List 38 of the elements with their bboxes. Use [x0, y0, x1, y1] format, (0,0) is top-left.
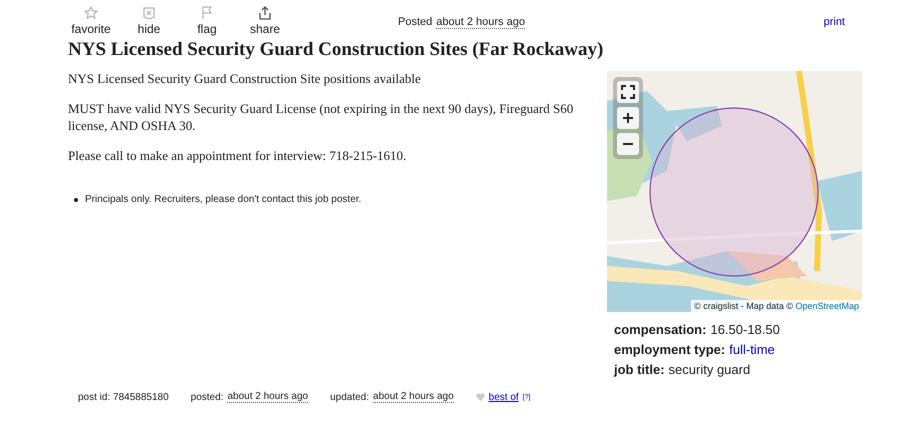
best-of-link[interactable]: best of — [488, 392, 519, 402]
post-id: post id: 7845885180 — [78, 392, 169, 402]
toolbar-button[interactable]: hide — [130, 6, 168, 36]
body-text: Please call to make an appointment for interview: 718-215-1610. — [68, 148, 408, 164]
attribute-value: security guard — [668, 362, 750, 377]
posted-label: posted: — [190, 392, 224, 402]
toolbar-button[interactable]: share — [246, 6, 284, 36]
updated-time: about 2 hours ago — [373, 391, 454, 403]
map-control-button[interactable] — [617, 81, 639, 103]
star-icon — [84, 6, 98, 20]
updated-label: updated: — [330, 392, 370, 402]
bullet-icon — [74, 198, 78, 202]
help-link[interactable]: [?] — [522, 394, 530, 400]
body-text: MUST have valid NYS Security Guard License (not expiring in the next 90 days), Fireguard S60 license, AND OSHA 30. — [68, 101, 574, 134]
posting-title: NYS Licensed Security Guard Construction Sites (Far Rockaway) — [68, 39, 604, 61]
posted-label: Posted — [398, 16, 432, 29]
flag-icon — [200, 6, 214, 20]
fullscreen-icon — [621, 85, 635, 99]
hide-icon — [142, 6, 156, 20]
plus-icon — [623, 113, 633, 123]
heart-icon — [476, 393, 485, 401]
toolbar-button[interactable]: flag — [188, 6, 226, 36]
map-attribution: © craigslist - Map data © OpenStreetMap — [691, 300, 862, 312]
map-control-button[interactable] — [617, 133, 639, 155]
print-link[interactable]: print — [824, 16, 845, 28]
attribute-label: job title: — [614, 362, 665, 377]
map-control-button[interactable] — [617, 107, 639, 129]
attribute-label: employment type: — [614, 342, 726, 357]
posted-time: about 2 hours ago — [227, 391, 308, 403]
attribute-value: 16.50-18.50 — [710, 322, 780, 337]
openstreetmap-link[interactable]: OpenStreetMap — [795, 301, 859, 311]
posted-time: about 2 hours ago — [436, 16, 525, 29]
notice-text: Principals only. Recruiters, please don't contact this job poster. — [85, 194, 362, 205]
toolbar-button[interactable]: favorite — [72, 6, 110, 36]
attribute-label: compensation: — [614, 322, 706, 337]
body-text: NYS Licensed Security Guard Construction Site positions available — [68, 71, 422, 88]
share-icon — [258, 6, 272, 20]
attribute-link[interactable]: full-time — [729, 342, 775, 357]
